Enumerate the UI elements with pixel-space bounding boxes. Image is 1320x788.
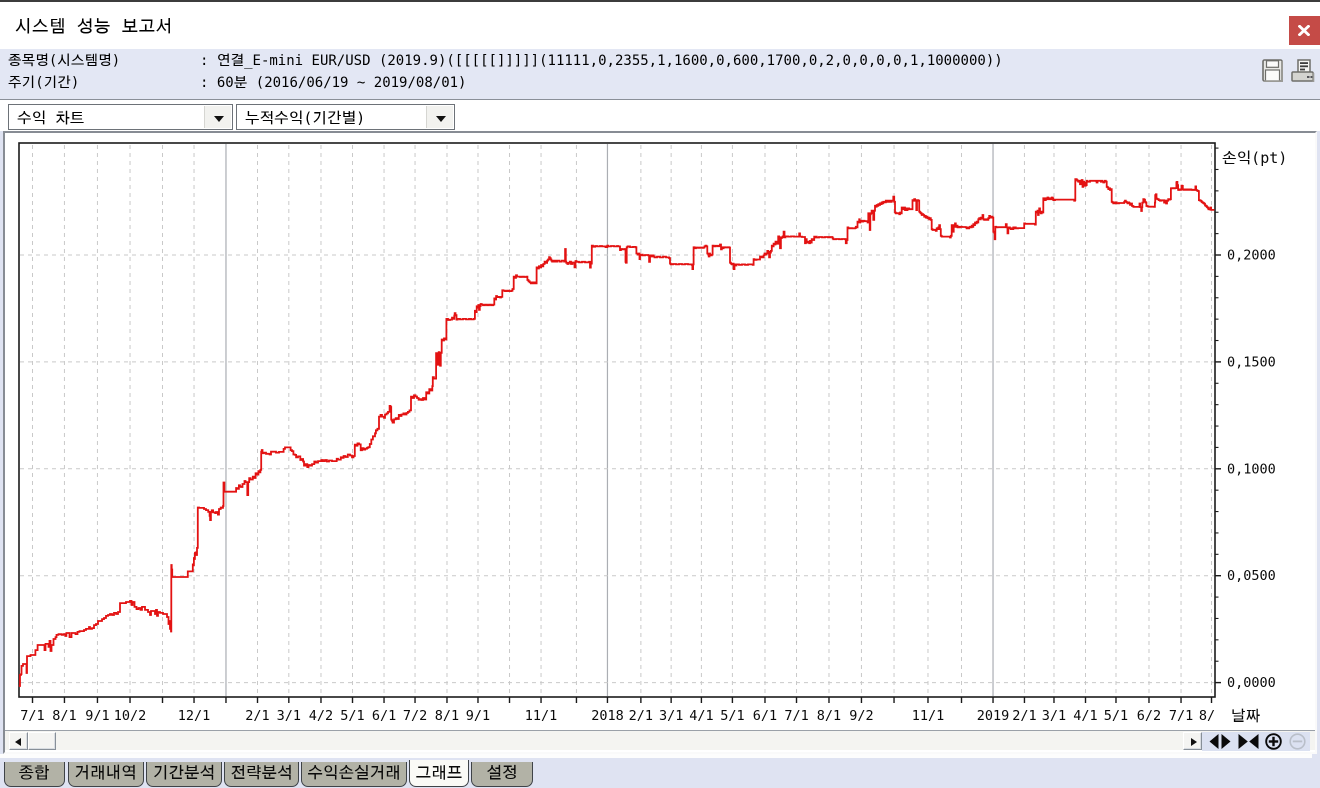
tab-3[interactable]: 전략분석 (224, 762, 299, 787)
title-bar: 시스템 성능 보고서 (0, 2, 1320, 49)
save-icon[interactable] (1262, 59, 1284, 83)
x-tick-label: 9/1 (85, 708, 109, 724)
x-tick-label: 2/1 (1012, 708, 1036, 724)
scroll-left-icon (15, 738, 21, 746)
scroll-left-button[interactable] (9, 732, 28, 750)
x-axis-title: 날짜 (1231, 707, 1261, 725)
x-tick-label: 5/1 (1104, 708, 1128, 724)
y-tick-label: 0,2000 (1227, 248, 1276, 264)
x-tick-label: 3/1 (1042, 708, 1066, 724)
chart-series-combobox[interactable]: 누적수익(기간별) (236, 104, 455, 130)
scroll-right-icon (1191, 738, 1197, 746)
y-tick-label: 0,1500 (1227, 354, 1276, 370)
report-info-panel: 종목명(시스템명): 연결_E-mini EUR/USD (2019.9)([[… (0, 49, 1320, 99)
profit-chart: 7/1 8/1 9/1 10/2 12/1 2/1 3/1 4/2 5/1 6/1 7/2 8/1 9/… (0, 131, 1320, 756)
x-tick-label: 8/1 (435, 708, 459, 724)
chart-type-dropdown-button[interactable] (204, 106, 231, 128)
x-tick-label: 11/1 (525, 708, 558, 724)
chart-series-value: 누적수익(기간별) (245, 109, 365, 129)
scrollbar-thumb[interactable] (28, 732, 56, 750)
collapse-horizontal-button[interactable] (1238, 734, 1259, 749)
x-tick-label: 2018 (591, 708, 624, 724)
y-tick-label: 0,0000 (1227, 675, 1276, 691)
chart-toolbar: 수익 차트 누적수익(기간별) (0, 99, 1320, 131)
symbol-value: : 연결_E-mini EUR/USD (2019.9)([[[[[]]]]](… (200, 53, 1003, 69)
tab-label: 수익손실거래 (307, 763, 400, 782)
x-tick-label: 9/2 (849, 708, 873, 724)
tab-label: 기간분석 (153, 763, 215, 782)
x-tick-label: 12/1 (178, 708, 211, 724)
close-button[interactable] (1289, 16, 1320, 45)
zoom-out-button[interactable] (1289, 733, 1306, 750)
x-tick-label: 3/1 (659, 708, 683, 724)
x-tick-label: 7/1 (1169, 708, 1193, 724)
x-tick-label: 6/1 (372, 708, 396, 724)
chevron-down-icon (436, 116, 446, 122)
x-tick-label: 7/1 (784, 708, 808, 724)
x-tick-label: 8/ (1199, 708, 1215, 724)
x-tick-label: 5/1 (340, 708, 364, 724)
chart-scrollbar (5, 730, 1315, 750)
x-tick-label: 4/1 (1073, 708, 1097, 724)
chart-type-combobox[interactable]: 수익 차트 (8, 104, 233, 130)
x-tick-label: 9/1 (466, 708, 490, 724)
symbol-label: 종목명(시스템명) (8, 52, 200, 70)
chart-type-value: 수익 차트 (17, 109, 84, 129)
tab-5[interactable]: 그래프 (409, 760, 469, 787)
print-icon[interactable] (1291, 59, 1315, 83)
x-tick-label: 2/1 (629, 708, 653, 724)
x-tick-label: 6/1 (753, 708, 777, 724)
tab-1[interactable]: 거래내역 (68, 762, 144, 787)
zoom-in-button[interactable] (1265, 733, 1282, 750)
tab-label: 설정 (486, 763, 517, 782)
system-performance-report-window: {"window":{"title":"시스템 성능 보고서","close_g… (0, 0, 1320, 788)
x-tick-label: 2019 (977, 708, 1010, 724)
x-tick-label: 7/2 (403, 708, 427, 724)
tab-label: 전략분석 (230, 763, 292, 782)
tab-0[interactable]: 종합 (4, 762, 65, 787)
x-tick-label: 6/2 (1137, 708, 1161, 724)
close-icon (1298, 25, 1310, 36)
y-tick-label: 0,0500 (1227, 568, 1276, 584)
tab-2[interactable]: 기간분석 (146, 762, 222, 787)
tab-label: 그래프 (416, 763, 463, 782)
period-label: 주기(기간) (8, 74, 200, 92)
x-tick-label: 4/2 (309, 708, 333, 724)
x-tick-label: 8/1 (817, 708, 841, 724)
tab-label: 종합 (18, 763, 49, 782)
x-tick-label: 11/1 (912, 708, 945, 724)
x-tick-label: 7/1 (20, 708, 44, 724)
expand-horizontal-button[interactable] (1209, 734, 1231, 749)
x-tick-label: 4/1 (689, 708, 713, 724)
tab-6[interactable]: 설정 (471, 762, 533, 787)
tab-bar-top-strip (0, 754, 1312, 758)
tab-label: 거래내역 (74, 763, 136, 782)
chart-series-dropdown-button[interactable] (426, 106, 453, 128)
x-tick-label: 3/1 (277, 708, 301, 724)
window-title: 시스템 성능 보고서 (15, 17, 173, 38)
x-tick-label: 5/1 (720, 708, 744, 724)
x-tick-label: 10/2 (114, 708, 147, 724)
x-tick-label: 8/1 (52, 708, 76, 724)
chevron-down-icon (214, 116, 224, 122)
y-axis-title: 손익(pt) (1222, 149, 1287, 167)
x-tick-label: 2/1 (245, 708, 269, 724)
y-tick-label: 0,1000 (1227, 461, 1276, 477)
period-value: : 60분 (2016/06/19 ~ 2019/08/01) (200, 75, 466, 91)
period-row: 주기(기간): 60분 (2016/06/19 ~ 2019/08/01) (8, 74, 466, 92)
symbol-row: 종목명(시스템명): 연결_E-mini EUR/USD (2019.9)([[… (8, 52, 1003, 70)
report-tab-bar: 종합 거래내역 기간분석 전략분석 수익손실거래 그래프 설정 (0, 756, 1320, 788)
tab-4[interactable]: 수익손실거래 (301, 762, 407, 787)
scroll-right-button[interactable] (1183, 732, 1202, 750)
chart-nav-strip (1202, 732, 1310, 751)
